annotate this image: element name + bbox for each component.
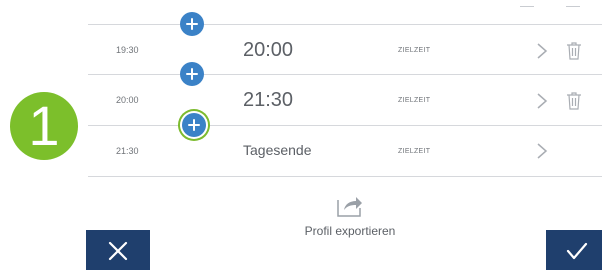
chevron-right-icon[interactable] — [536, 92, 548, 110]
plus-icon — [186, 18, 198, 30]
add-entry-button-highlighted[interactable] — [182, 113, 206, 137]
row-end-time: 20:00 — [243, 39, 294, 61]
chevron-right-icon[interactable] — [536, 142, 548, 160]
add-entry-button[interactable] — [180, 62, 204, 86]
row-divider — [88, 176, 602, 177]
trash-icon[interactable] — [566, 91, 582, 111]
trash-icon[interactable] — [566, 41, 582, 61]
checkmark-icon — [566, 242, 588, 260]
chevron-right-icon[interactable] — [536, 42, 548, 60]
row-type-label: ZIELZEIT — [398, 148, 431, 155]
row-divider — [88, 74, 602, 75]
export-profile-button[interactable]: Profil exportieren — [250, 192, 450, 252]
export-profile-label: Profil exportieren — [304, 224, 396, 238]
plus-icon — [186, 68, 198, 80]
close-icon — [108, 241, 128, 261]
row-divider — [88, 125, 602, 126]
top-row-remnant — [520, 0, 580, 10]
share-export-icon — [337, 197, 362, 217]
row-start-time: 20:00 — [116, 95, 139, 105]
row-divider — [88, 24, 602, 25]
row-start-time: 19:30 — [116, 45, 139, 55]
plus-icon — [188, 119, 200, 131]
row-end-time: 21:30 — [243, 89, 294, 111]
confirm-button[interactable] — [546, 230, 602, 270]
row-type-label: ZIELZEIT — [398, 97, 431, 104]
step-number-badge: 1 — [10, 92, 78, 160]
add-entry-button[interactable] — [180, 12, 204, 36]
row-start-time: 21:30 — [116, 146, 139, 156]
row-type-label: ZIELZEIT — [398, 47, 431, 54]
row-end-label: Tagesende — [243, 142, 312, 158]
cancel-button[interactable] — [86, 230, 150, 270]
